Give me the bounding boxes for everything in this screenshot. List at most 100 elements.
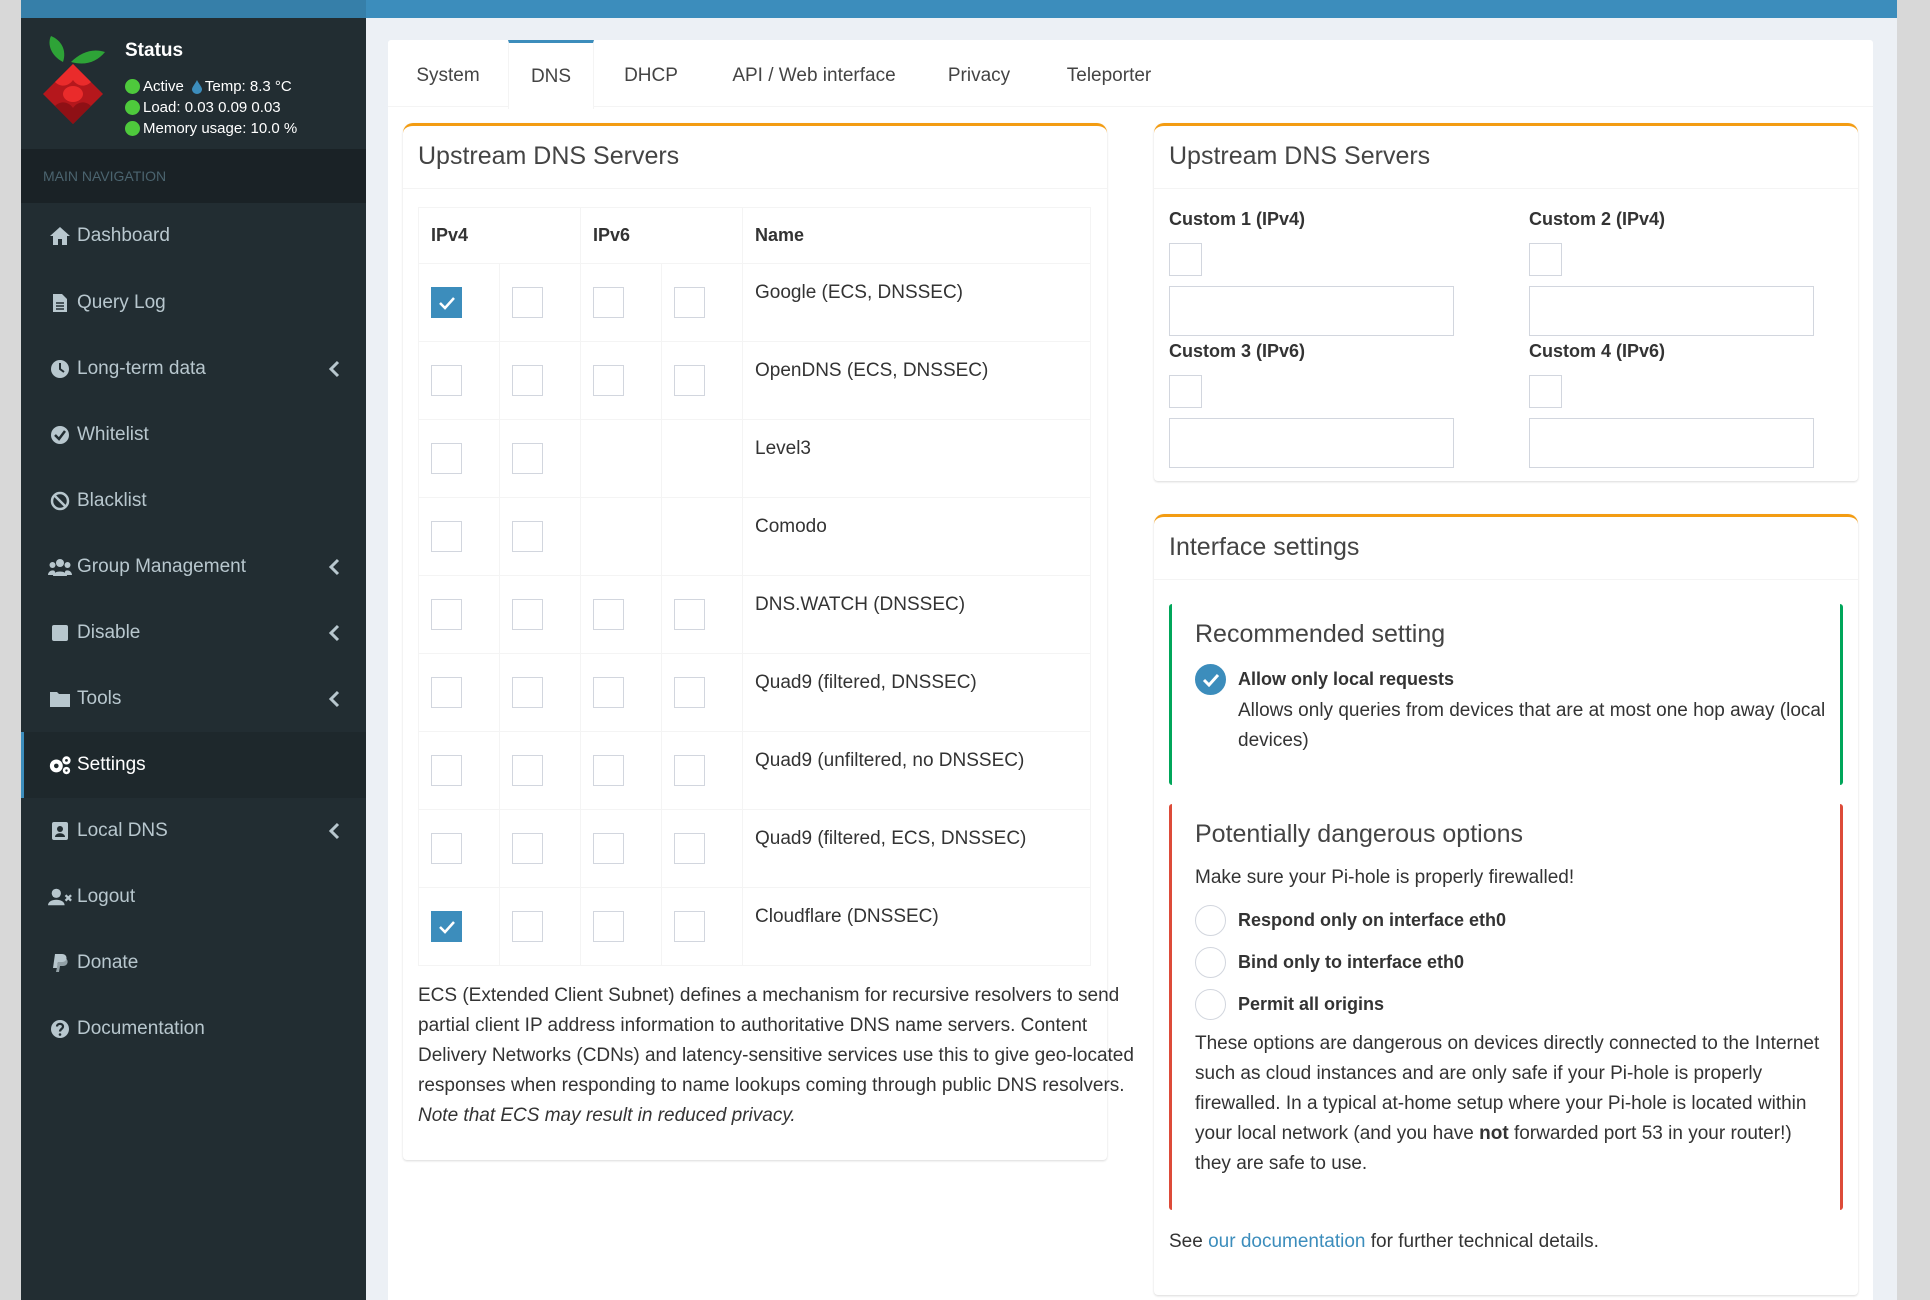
table-cell — [418, 575, 500, 654]
ipv6-primary-checkbox[interactable] — [593, 911, 624, 942]
ipv4-secondary-checkbox[interactable] — [512, 755, 543, 786]
sidebar-item-donate[interactable]: Donate — [21, 930, 366, 996]
ipv4-primary-checkbox[interactable] — [431, 677, 462, 708]
custom1-input[interactable] — [1169, 286, 1454, 336]
custom1-checkbox[interactable] — [1169, 243, 1202, 276]
permit-all-radio[interactable] — [1195, 989, 1226, 1020]
ipv4-primary-checkbox[interactable] — [431, 443, 462, 474]
chevron-left-icon — [328, 624, 340, 642]
ipv4-primary-checkbox[interactable] — [431, 521, 462, 552]
ipv4-primary-checkbox[interactable] — [431, 599, 462, 630]
ipv4-secondary-checkbox[interactable] — [512, 443, 543, 474]
allow-local-option[interactable]: Allow only local requests — [1195, 664, 1454, 695]
dangerous-options-callout: Potentially dangerous options Make sure … — [1169, 804, 1843, 1210]
custom-upstream-title: Upstream DNS Servers — [1169, 142, 1431, 170]
sidebar-item-disable[interactable]: Disable — [21, 600, 366, 666]
ipv6-secondary-checkbox[interactable] — [674, 911, 705, 942]
ipv4-primary-checkbox[interactable] — [431, 755, 462, 786]
dns-server-name: Google (ECS, DNSSEC) — [755, 282, 964, 303]
sidebar-item-group-management[interactable]: Group Management — [21, 534, 366, 600]
sidebar-item-dashboard[interactable]: Dashboard — [21, 203, 366, 269]
ipv4-secondary-checkbox[interactable] — [512, 365, 543, 396]
sidebar-item-logout[interactable]: Logout — [21, 864, 366, 930]
table-cell — [499, 809, 581, 888]
ipv6-secondary-checkbox[interactable] — [674, 755, 705, 786]
ipv6-primary-checkbox[interactable] — [593, 755, 624, 786]
ipv4-secondary-checkbox[interactable] — [512, 677, 543, 708]
tab-privacy[interactable]: Privacy — [919, 40, 1039, 106]
ecs-description: ECS (Extended Client Subnet) defines a m… — [418, 981, 1138, 1131]
ipv6-secondary-checkbox[interactable] — [674, 833, 705, 864]
respond-eth0-radio[interactable] — [1195, 905, 1226, 936]
respond-eth0-label: Respond only on interface eth0 — [1238, 910, 1507, 930]
ipv6-primary-checkbox[interactable] — [593, 599, 624, 630]
custom3-checkbox[interactable] — [1169, 375, 1202, 408]
custom4-input[interactable] — [1529, 418, 1814, 468]
check-icon — [438, 296, 455, 310]
ipv6-secondary-checkbox[interactable] — [674, 599, 705, 630]
sidebar-item-long-term-data[interactable]: Long-term data — [21, 336, 366, 402]
load-dot-icon — [125, 100, 140, 115]
ipv6-primary-checkbox[interactable] — [593, 365, 624, 396]
tab-dhcp[interactable]: DHCP — [593, 40, 709, 106]
bind-eth0-label: Bind only to interface eth0 — [1238, 952, 1465, 972]
permit-all-option[interactable]: Permit all origins — [1195, 989, 1384, 1020]
sidebar-item-query-log[interactable]: Query Log — [21, 270, 366, 336]
documentation-link[interactable]: our documentation — [1208, 1231, 1365, 1252]
cogs-icon — [48, 754, 72, 776]
allow-local-description: Allows only queries from devices that ar… — [1238, 700, 1826, 751]
dns-server-name: Quad9 (unfiltered, no DNSSEC) — [755, 750, 1025, 771]
sidebar-item-blacklist[interactable]: Blacklist — [21, 468, 366, 534]
status-temp: Temp: 8.3 °C — [204, 78, 292, 95]
allow-local-radio[interactable] — [1195, 664, 1226, 695]
respond-eth0-option[interactable]: Respond only on interface eth0 — [1195, 905, 1506, 936]
ipv4-primary-checkbox[interactable] — [431, 287, 462, 318]
ipv6-primary-checkbox[interactable] — [593, 677, 624, 708]
ipv4-secondary-checkbox[interactable] — [512, 911, 543, 942]
status-memory-line: Memory usage: 10.0 % — [125, 120, 297, 137]
sidebar-item-label: Query Log — [77, 292, 166, 313]
ipv4-secondary-checkbox[interactable] — [512, 599, 543, 630]
custom3-input[interactable] — [1169, 418, 1454, 468]
sidebar-item-local-dns[interactable]: Local DNS — [21, 798, 366, 864]
bind-eth0-radio[interactable] — [1195, 947, 1226, 978]
sidebar-item-documentation[interactable]: Documentation — [21, 996, 366, 1062]
table-cell: Quad9 (filtered, ECS, DNSSEC) — [742, 809, 1091, 888]
ipv4-secondary-checkbox[interactable] — [512, 521, 543, 552]
sidebar-item-label: Donate — [77, 952, 139, 973]
ipv4-secondary-checkbox[interactable] — [512, 287, 543, 318]
table-header-row: IPv4 IPv6 Name — [418, 207, 1091, 264]
table-row: Level3 — [418, 419, 1091, 498]
ipv4-secondary-checkbox[interactable] — [512, 833, 543, 864]
tab-api-web-interface[interactable]: API / Web interface — [709, 40, 919, 106]
custom-upstream-box: Upstream DNS Servers Custom 1 (IPv4) Cus… — [1154, 123, 1858, 481]
tab-teleporter[interactable]: Teleporter — [1039, 40, 1179, 106]
table-cell — [580, 419, 662, 498]
ipv6-secondary-checkbox[interactable] — [674, 365, 705, 396]
sidebar-item-settings[interactable]: Settings — [21, 732, 366, 798]
ipv4-primary-checkbox[interactable] — [431, 365, 462, 396]
ipv6-secondary-checkbox[interactable] — [674, 287, 705, 318]
temperature-drop-icon — [191, 79, 202, 94]
recommended-title: Recommended setting — [1195, 620, 1446, 648]
table-cell — [418, 419, 500, 498]
ipv6-primary-checkbox[interactable] — [593, 833, 624, 864]
table-cell: DNS.WATCH (DNSSEC) — [742, 575, 1091, 654]
ipv4-primary-checkbox[interactable] — [431, 911, 462, 942]
ipv4-primary-checkbox[interactable] — [431, 833, 462, 864]
danger-warning-text: These options are dangerous on devices d… — [1195, 1029, 1825, 1179]
custom2-checkbox[interactable] — [1529, 243, 1562, 276]
custom2-input[interactable] — [1529, 286, 1814, 336]
bind-eth0-option[interactable]: Bind only to interface eth0 — [1195, 947, 1464, 978]
table-cell — [580, 653, 662, 732]
file-icon — [48, 292, 72, 314]
custom4-checkbox[interactable] — [1529, 375, 1562, 408]
sidebar-item-whitelist[interactable]: Whitelist — [21, 402, 366, 468]
tab-dns[interactable]: DNS — [508, 40, 594, 109]
table-cell — [499, 575, 581, 654]
col-ipv4: IPv4 — [418, 207, 581, 264]
ipv6-secondary-checkbox[interactable] — [674, 677, 705, 708]
tab-system[interactable]: System — [388, 40, 508, 106]
ipv6-primary-checkbox[interactable] — [593, 287, 624, 318]
sidebar-item-tools[interactable]: Tools — [21, 666, 366, 732]
